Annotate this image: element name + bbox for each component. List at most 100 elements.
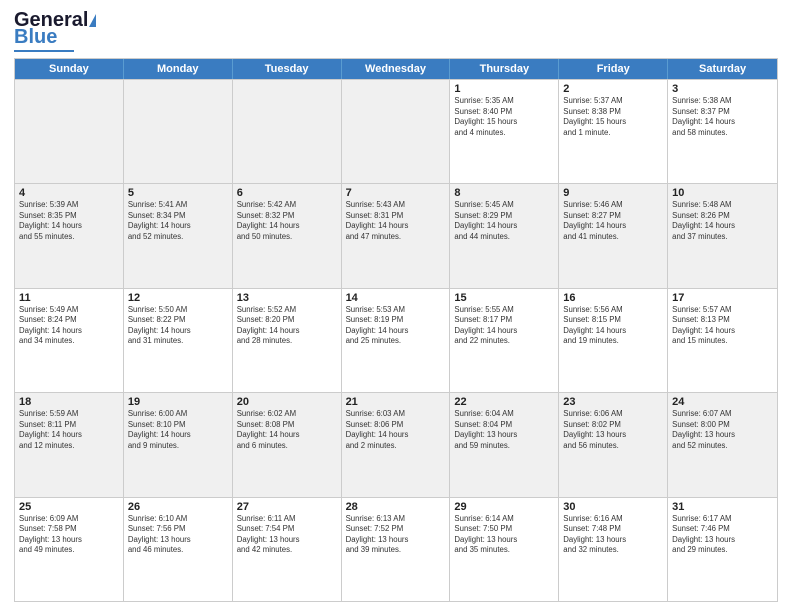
logo-underline [14,50,74,52]
day-number: 31 [672,501,773,513]
day-number: 6 [237,187,337,199]
cell-info: Sunrise: 6:13 AMSunset: 7:52 PMDaylight:… [346,514,446,556]
cell-info: Sunrise: 5:35 AMSunset: 8:40 PMDaylight:… [454,96,554,138]
calendar-body: 1Sunrise: 5:35 AMSunset: 8:40 PMDaylight… [15,79,777,601]
day-cell-24: 24Sunrise: 6:07 AMSunset: 8:00 PMDayligh… [668,393,777,496]
day-number: 3 [672,83,773,95]
day-number: 21 [346,396,446,408]
cell-info: Sunrise: 6:10 AMSunset: 7:56 PMDaylight:… [128,514,228,556]
cell-info: Sunrise: 6:03 AMSunset: 8:06 PMDaylight:… [346,409,446,451]
cell-info: Sunrise: 5:52 AMSunset: 8:20 PMDaylight:… [237,305,337,347]
page: General Blue SundayMondayTuesdayWednesda… [0,0,792,612]
cell-info: Sunrise: 6:11 AMSunset: 7:54 PMDaylight:… [237,514,337,556]
calendar-row-5: 25Sunrise: 6:09 AMSunset: 7:58 PMDayligh… [15,497,777,601]
day-number: 30 [563,501,663,513]
day-cell-25: 25Sunrise: 6:09 AMSunset: 7:58 PMDayligh… [15,498,124,601]
day-number: 25 [19,501,119,513]
cell-info: Sunrise: 5:42 AMSunset: 8:32 PMDaylight:… [237,200,337,242]
header-day-saturday: Saturday [668,59,777,79]
day-number: 28 [346,501,446,513]
logo-blue: Blue [14,26,57,49]
day-number: 13 [237,292,337,304]
day-cell-15: 15Sunrise: 5:55 AMSunset: 8:17 PMDayligh… [450,289,559,392]
empty-cell [233,80,342,183]
day-cell-14: 14Sunrise: 5:53 AMSunset: 8:19 PMDayligh… [342,289,451,392]
day-number: 11 [19,292,119,304]
header-day-thursday: Thursday [450,59,559,79]
day-cell-29: 29Sunrise: 6:14 AMSunset: 7:50 PMDayligh… [450,498,559,601]
day-cell-9: 9Sunrise: 5:46 AMSunset: 8:27 PMDaylight… [559,184,668,287]
empty-cell [15,80,124,183]
day-number: 17 [672,292,773,304]
day-number: 1 [454,83,554,95]
day-cell-7: 7Sunrise: 5:43 AMSunset: 8:31 PMDaylight… [342,184,451,287]
header: General Blue [14,10,778,52]
day-number: 27 [237,501,337,513]
cell-info: Sunrise: 5:53 AMSunset: 8:19 PMDaylight:… [346,305,446,347]
calendar-header: SundayMondayTuesdayWednesdayThursdayFrid… [15,59,777,79]
empty-cell [342,80,451,183]
day-number: 12 [128,292,228,304]
cell-info: Sunrise: 5:46 AMSunset: 8:27 PMDaylight:… [563,200,663,242]
cell-info: Sunrise: 5:39 AMSunset: 8:35 PMDaylight:… [19,200,119,242]
day-cell-10: 10Sunrise: 5:48 AMSunset: 8:26 PMDayligh… [668,184,777,287]
cell-info: Sunrise: 6:14 AMSunset: 7:50 PMDaylight:… [454,514,554,556]
calendar-row-2: 4Sunrise: 5:39 AMSunset: 8:35 PMDaylight… [15,183,777,287]
day-cell-26: 26Sunrise: 6:10 AMSunset: 7:56 PMDayligh… [124,498,233,601]
cell-info: Sunrise: 5:37 AMSunset: 8:38 PMDaylight:… [563,96,663,138]
cell-info: Sunrise: 6:02 AMSunset: 8:08 PMDaylight:… [237,409,337,451]
day-cell-3: 3Sunrise: 5:38 AMSunset: 8:37 PMDaylight… [668,80,777,183]
day-cell-23: 23Sunrise: 6:06 AMSunset: 8:02 PMDayligh… [559,393,668,496]
day-cell-21: 21Sunrise: 6:03 AMSunset: 8:06 PMDayligh… [342,393,451,496]
cell-info: Sunrise: 6:00 AMSunset: 8:10 PMDaylight:… [128,409,228,451]
header-day-tuesday: Tuesday [233,59,342,79]
day-cell-19: 19Sunrise: 6:00 AMSunset: 8:10 PMDayligh… [124,393,233,496]
day-number: 29 [454,501,554,513]
calendar-row-1: 1Sunrise: 5:35 AMSunset: 8:40 PMDaylight… [15,79,777,183]
day-cell-8: 8Sunrise: 5:45 AMSunset: 8:29 PMDaylight… [450,184,559,287]
cell-info: Sunrise: 5:48 AMSunset: 8:26 PMDaylight:… [672,200,773,242]
day-cell-5: 5Sunrise: 5:41 AMSunset: 8:34 PMDaylight… [124,184,233,287]
cell-info: Sunrise: 6:04 AMSunset: 8:04 PMDaylight:… [454,409,554,451]
day-cell-22: 22Sunrise: 6:04 AMSunset: 8:04 PMDayligh… [450,393,559,496]
day-number: 19 [128,396,228,408]
day-number: 20 [237,396,337,408]
calendar: SundayMondayTuesdayWednesdayThursdayFrid… [14,58,778,602]
empty-cell [124,80,233,183]
header-day-sunday: Sunday [15,59,124,79]
day-cell-18: 18Sunrise: 5:59 AMSunset: 8:11 PMDayligh… [15,393,124,496]
day-cell-4: 4Sunrise: 5:39 AMSunset: 8:35 PMDaylight… [15,184,124,287]
day-cell-1: 1Sunrise: 5:35 AMSunset: 8:40 PMDaylight… [450,80,559,183]
day-cell-20: 20Sunrise: 6:02 AMSunset: 8:08 PMDayligh… [233,393,342,496]
day-number: 4 [19,187,119,199]
cell-info: Sunrise: 5:45 AMSunset: 8:29 PMDaylight:… [454,200,554,242]
day-number: 23 [563,396,663,408]
day-number: 15 [454,292,554,304]
day-number: 8 [454,187,554,199]
day-number: 26 [128,501,228,513]
day-cell-6: 6Sunrise: 5:42 AMSunset: 8:32 PMDaylight… [233,184,342,287]
cell-info: Sunrise: 6:17 AMSunset: 7:46 PMDaylight:… [672,514,773,556]
logo: General Blue [14,10,97,52]
day-cell-2: 2Sunrise: 5:37 AMSunset: 8:38 PMDaylight… [559,80,668,183]
day-number: 7 [346,187,446,199]
cell-info: Sunrise: 5:41 AMSunset: 8:34 PMDaylight:… [128,200,228,242]
cell-info: Sunrise: 5:55 AMSunset: 8:17 PMDaylight:… [454,305,554,347]
cell-info: Sunrise: 6:09 AMSunset: 7:58 PMDaylight:… [19,514,119,556]
header-day-monday: Monday [124,59,233,79]
day-number: 9 [563,187,663,199]
cell-info: Sunrise: 5:43 AMSunset: 8:31 PMDaylight:… [346,200,446,242]
header-day-friday: Friday [559,59,668,79]
cell-info: Sunrise: 6:07 AMSunset: 8:00 PMDaylight:… [672,409,773,451]
cell-info: Sunrise: 5:38 AMSunset: 8:37 PMDaylight:… [672,96,773,138]
cell-info: Sunrise: 5:59 AMSunset: 8:11 PMDaylight:… [19,409,119,451]
day-number: 24 [672,396,773,408]
header-day-wednesday: Wednesday [342,59,451,79]
cell-info: Sunrise: 5:50 AMSunset: 8:22 PMDaylight:… [128,305,228,347]
day-cell-12: 12Sunrise: 5:50 AMSunset: 8:22 PMDayligh… [124,289,233,392]
cell-info: Sunrise: 6:06 AMSunset: 8:02 PMDaylight:… [563,409,663,451]
day-cell-13: 13Sunrise: 5:52 AMSunset: 8:20 PMDayligh… [233,289,342,392]
cell-info: Sunrise: 5:49 AMSunset: 8:24 PMDaylight:… [19,305,119,347]
day-cell-30: 30Sunrise: 6:16 AMSunset: 7:48 PMDayligh… [559,498,668,601]
day-cell-11: 11Sunrise: 5:49 AMSunset: 8:24 PMDayligh… [15,289,124,392]
